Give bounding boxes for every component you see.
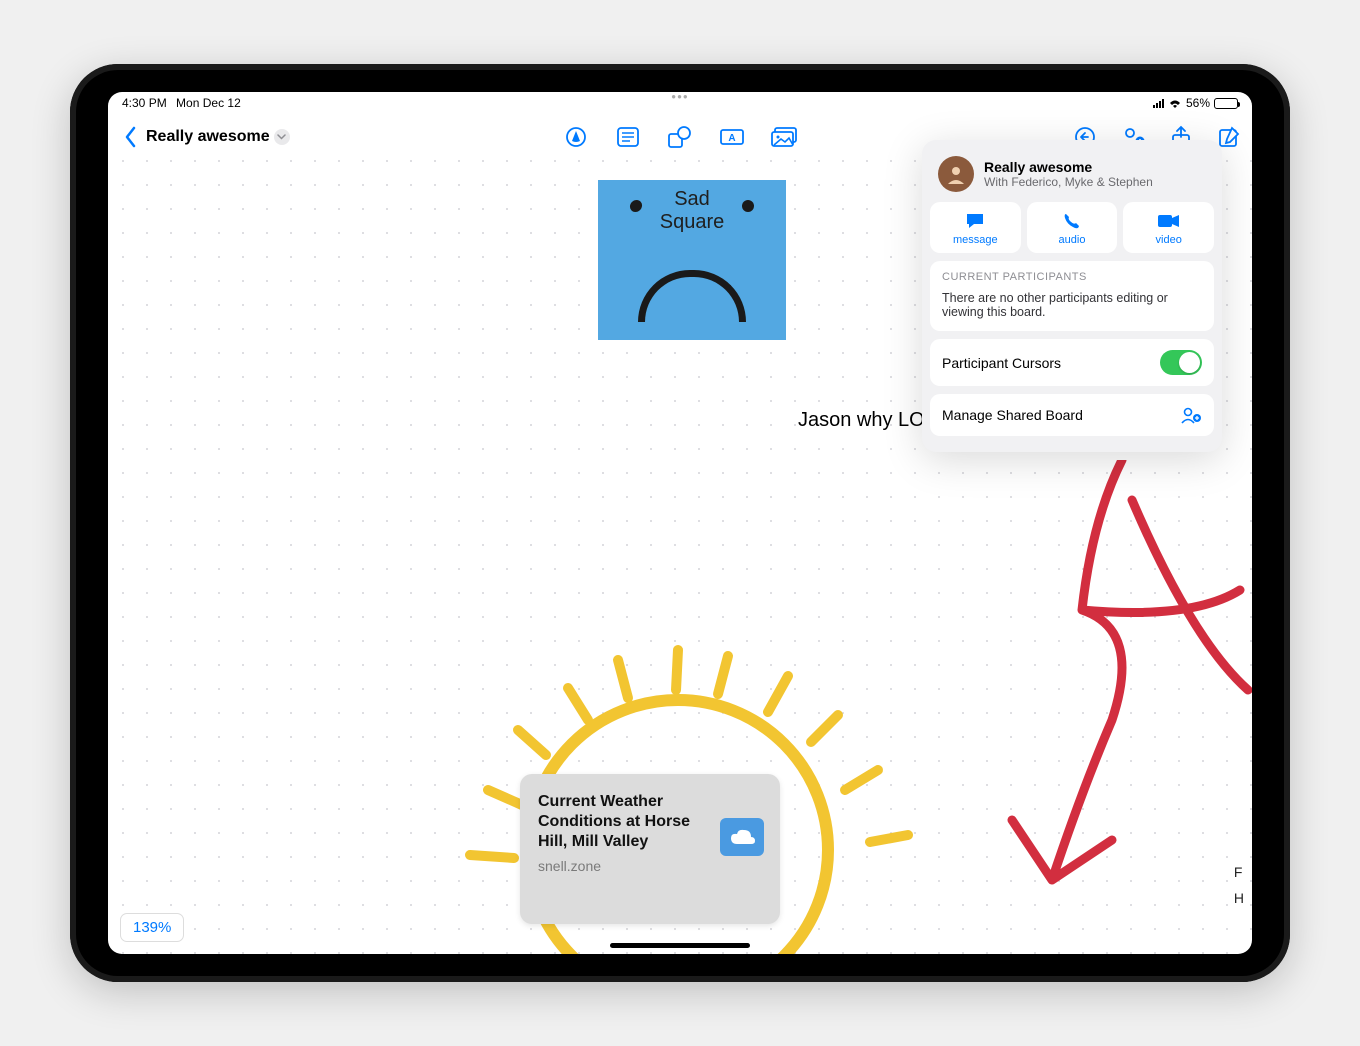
cursors-toggle[interactable] xyxy=(1160,350,1202,375)
message-icon xyxy=(965,212,985,230)
link-domain: snell.zone xyxy=(538,858,710,874)
status-time: 4:30 PM xyxy=(122,96,167,110)
svg-text:A: A xyxy=(728,133,735,144)
cellular-icon xyxy=(1153,98,1164,108)
participant-cursors-row[interactable]: Participant Cursors xyxy=(930,339,1214,386)
battery-pct: 56% xyxy=(1186,96,1210,110)
canvas-text[interactable]: Jason why LOL xyxy=(798,409,936,432)
audio-button[interactable]: audio xyxy=(1027,202,1118,253)
sticky-note-sad-square[interactable]: Sad Square xyxy=(598,180,786,340)
center-tools: A xyxy=(563,126,797,148)
avatar xyxy=(938,156,974,192)
pen-tool-icon[interactable] xyxy=(563,126,589,148)
manage-label: Manage Shared Board xyxy=(942,407,1083,423)
share-popover: Really awesome With Federico, Myke & Ste… xyxy=(922,140,1222,452)
battery-icon xyxy=(1214,98,1238,109)
photo-tool-icon[interactable] xyxy=(771,126,797,148)
cropped-text: F H xyxy=(1234,864,1244,906)
board-title[interactable]: Really awesome xyxy=(146,128,270,146)
message-button[interactable]: message xyxy=(930,202,1021,253)
video-icon xyxy=(1158,212,1180,230)
sticky-text-line2: Square xyxy=(598,211,786,234)
back-button[interactable] xyxy=(118,126,144,148)
status-date: Mon Dec 12 xyxy=(176,96,241,110)
red-stroke-drawing xyxy=(992,460,1252,954)
sticky-text-line1: Sad xyxy=(598,188,786,211)
manage-shared-board-row[interactable]: Manage Shared Board xyxy=(930,394,1214,436)
zoom-level[interactable]: 139% xyxy=(120,913,184,942)
video-button[interactable]: video xyxy=(1123,202,1214,253)
home-indicator[interactable] xyxy=(610,943,750,948)
collaborate-icon xyxy=(1180,405,1202,425)
participants-header: CURRENT PARTICIPANTS xyxy=(930,261,1214,287)
popover-title: Really awesome xyxy=(984,159,1153,175)
board-menu-chevron-icon[interactable] xyxy=(274,129,290,145)
participants-text: There are no other participants editing … xyxy=(930,287,1214,331)
screen: 4:30 PM Mon Dec 12 ●●● 56% Really awesom… xyxy=(108,92,1252,954)
phone-icon xyxy=(1063,212,1081,230)
sticky-note-tool-icon[interactable] xyxy=(615,126,641,148)
shapes-tool-icon[interactable] xyxy=(667,126,693,148)
link-title: Current Weather Conditions at Horse Hill… xyxy=(538,792,710,852)
textbox-tool-icon[interactable]: A xyxy=(719,126,745,148)
cursors-label: Participant Cursors xyxy=(942,355,1061,371)
popover-subtitle: With Federico, Myke & Stephen xyxy=(984,175,1153,189)
status-bar: 4:30 PM Mon Dec 12 ●●● 56% xyxy=(108,92,1252,114)
ipad-frame: 4:30 PM Mon Dec 12 ●●● 56% Really awesom… xyxy=(70,64,1290,982)
multitask-dots-icon[interactable]: ●●● xyxy=(671,92,689,101)
compose-button[interactable] xyxy=(1216,125,1242,149)
link-preview-card[interactable]: Current Weather Conditions at Horse Hill… xyxy=(520,774,780,924)
cloud-icon xyxy=(720,818,764,856)
wifi-icon xyxy=(1168,98,1182,109)
